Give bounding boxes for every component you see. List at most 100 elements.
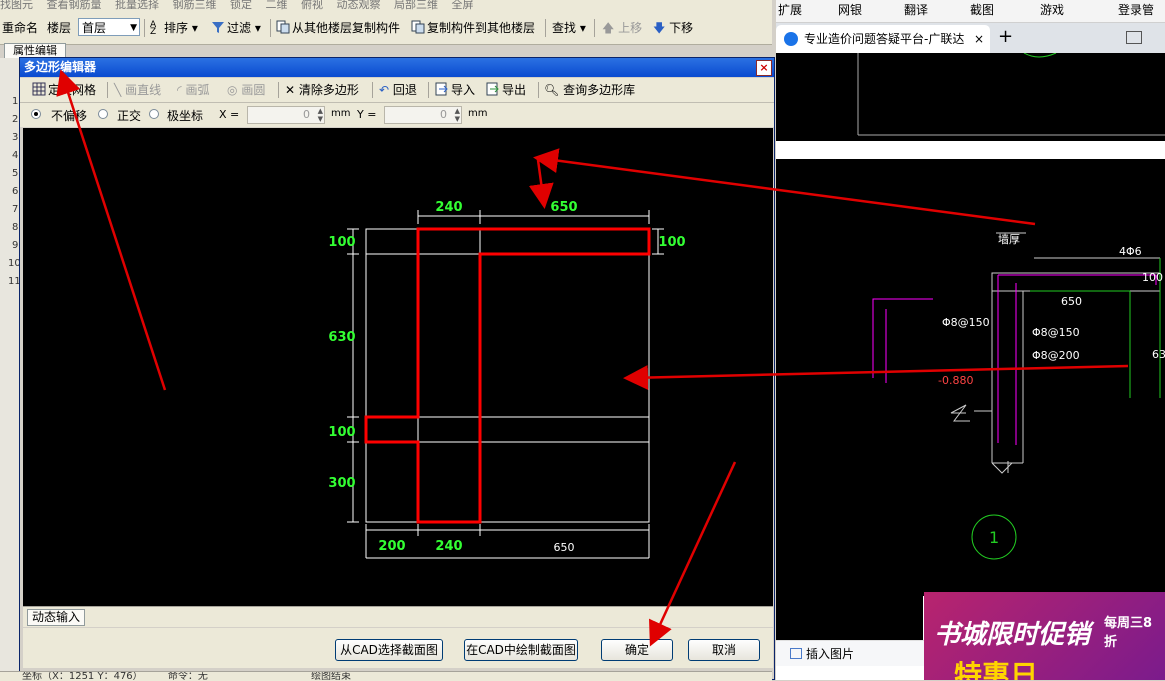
clear-x-icon: ✕ bbox=[285, 83, 296, 97]
tb-rebar-3d[interactable]: 钢筋三维 bbox=[173, 0, 217, 10]
dialog-options-bar: 不偏移 正交 极坐标 X = 0 ▲ ▼ mm Y = 0 ▲ ▼ mm bbox=[20, 103, 774, 127]
filter-button[interactable]: 过滤 ▾ bbox=[211, 19, 261, 37]
insert-image-button[interactable]: 插入图片 bbox=[776, 640, 924, 666]
chevron-down-icon: ▼ bbox=[130, 23, 137, 33]
query-library-label: 查询多边形库 bbox=[563, 83, 636, 97]
grid-border bbox=[365, 228, 650, 523]
move-up-button[interactable]: 🡅 上移 bbox=[602, 19, 642, 37]
app-toolbar-top: 找图元 查看钢筋量 批量选择 钢筋三维 锁定 二维 俯视 动态观察 局部三维 全… bbox=[0, 0, 772, 10]
tb-dynamic-view[interactable]: 动态观察 bbox=[337, 0, 381, 10]
find-label: 查找 bbox=[552, 21, 577, 35]
ref-dim-650: 650 bbox=[1061, 295, 1082, 308]
browser-game-menu[interactable]: 游戏 bbox=[1040, 2, 1064, 18]
browser-tab[interactable]: 专业造价问题答疑平台-广联达 × bbox=[776, 25, 990, 53]
spinner-icon: ▲ ▼ bbox=[317, 107, 323, 123]
tb-local-3d[interactable]: 局部三维 bbox=[394, 0, 438, 10]
y-input[interactable]: 0 ▲ ▼ bbox=[384, 106, 462, 124]
browser-page-content: 墙厚 4Φ6 650 100 630 Φ8@150 Φ8@150 Φ8@200 … bbox=[776, 53, 1165, 680]
window-restore-icon[interactable] bbox=[1126, 31, 1142, 44]
property-grid-strip: 1 2 3 4 5 6 7 8 9 10 11 bbox=[0, 58, 21, 680]
dialog-title-bar[interactable]: 多边形编辑器 × bbox=[20, 58, 774, 77]
dim-bottom-200: 200 bbox=[378, 539, 405, 554]
undo-icon: ↶ bbox=[379, 83, 390, 97]
clear-polygon-button[interactable]: ✕ 清除多边形 bbox=[285, 82, 359, 98]
select-from-cad-button[interactable]: 从CAD选择截面图 bbox=[335, 639, 443, 661]
ref-rebar-1: Φ8@150 bbox=[942, 316, 990, 329]
row-number: 8 bbox=[12, 222, 19, 233]
grid-lines bbox=[365, 228, 650, 523]
ok-button[interactable]: 确定 bbox=[601, 639, 673, 661]
separator bbox=[538, 82, 539, 98]
image-icon bbox=[790, 648, 802, 659]
promo-banner[interactable]: 书城限时促销 每周三8折 特惠日 bbox=[924, 592, 1165, 680]
undo-label: 回退 bbox=[392, 83, 417, 97]
browser-tab-strip: 专业造价问题答疑平台-广联达 × + bbox=[776, 23, 1165, 53]
find-button[interactable]: 查找 ▾ bbox=[552, 19, 586, 37]
close-button[interactable]: × bbox=[756, 60, 772, 76]
orthogonal-radio[interactable] bbox=[98, 109, 108, 119]
y-value: 0 bbox=[440, 108, 447, 121]
y-label: Y = bbox=[357, 108, 377, 121]
draw-circle-button[interactable]: ◎ 画圆 bbox=[227, 82, 265, 98]
browser-login-menu[interactable]: 登录管 bbox=[1118, 2, 1154, 18]
draw-circle-label: 画圆 bbox=[241, 83, 266, 97]
copy-from-floor-button[interactable]: 从其他楼层复制构件 bbox=[276, 19, 400, 37]
close-tab-icon[interactable]: × bbox=[974, 25, 984, 53]
browser-tab-title: 专业造价问题答疑平台-广联达 bbox=[804, 32, 965, 46]
sort-button[interactable]: A Z 排序 ▾ bbox=[150, 19, 198, 37]
import-label: 导入 bbox=[451, 83, 476, 97]
separator bbox=[545, 19, 546, 37]
ref-detail-number: 1 bbox=[989, 528, 999, 547]
draw-in-cad-button[interactable]: 在CAD中绘制截面图 bbox=[464, 639, 578, 661]
polygon-drawing[interactable]: 240 650 200 240 650 100 630 100 300 100 bbox=[23, 128, 773, 606]
row-number: 4 bbox=[12, 150, 19, 161]
drawing-canvas[interactable]: 240 650 200 240 650 100 630 100 300 100 bbox=[23, 128, 773, 606]
tb-fullscreen[interactable]: 全屏 bbox=[452, 0, 474, 10]
rename-button[interactable]: 重命名 bbox=[2, 19, 38, 37]
tb-view-rebar[interactable]: 查看钢筋量 bbox=[47, 0, 102, 10]
export-icon bbox=[486, 82, 500, 96]
export-button[interactable]: 导出 bbox=[486, 82, 526, 98]
tb-2d[interactable]: 二维 bbox=[266, 0, 288, 10]
property-edit-tab[interactable]: 属性编辑 bbox=[4, 43, 66, 58]
copy-floor-icon bbox=[411, 20, 425, 34]
ref-dim-630: 630 bbox=[1152, 348, 1165, 361]
floor-select[interactable]: 首层 ▼ bbox=[78, 18, 140, 36]
new-tab-button[interactable]: + bbox=[998, 26, 1013, 47]
query-library-button[interactable]: 🔍︎ 查询多边形库 bbox=[544, 82, 635, 98]
x-label: X = bbox=[219, 108, 240, 121]
copy-from-label: 从其他楼层复制构件 bbox=[292, 21, 401, 35]
draw-line-label: 画直线 bbox=[125, 83, 162, 97]
row-number: 1 bbox=[12, 96, 19, 107]
undo-button[interactable]: ↶ 回退 bbox=[379, 82, 417, 98]
tb-batch-select[interactable]: 批量选择 bbox=[115, 0, 159, 10]
browser-bank-menu[interactable]: 网银 bbox=[838, 2, 862, 18]
search-icon: 🔍︎ bbox=[544, 83, 560, 97]
cancel-button[interactable]: 取消 bbox=[688, 639, 760, 661]
dim-left-100b: 100 bbox=[328, 425, 355, 440]
copy-to-floor-button[interactable]: 复制构件到其他楼层 bbox=[411, 19, 535, 37]
x-input[interactable]: 0 ▲ ▼ bbox=[247, 106, 325, 124]
browser-screenshot-menu[interactable]: 截图 bbox=[970, 2, 994, 18]
move-down-button[interactable]: 🡇 下移 bbox=[653, 19, 693, 37]
section-polygon[interactable] bbox=[364, 227, 651, 524]
polar-radio[interactable] bbox=[149, 109, 159, 119]
tb-top-view[interactable]: 俯视 bbox=[301, 0, 323, 10]
ref-rebar-top: 4Φ6 bbox=[1119, 245, 1142, 258]
no-offset-radio[interactable] bbox=[31, 109, 41, 119]
define-grid-button[interactable]: 定义网格 bbox=[32, 82, 96, 98]
draw-arc-label: 画弧 bbox=[185, 83, 210, 97]
spinner-icon: ▲ ▼ bbox=[454, 107, 460, 123]
dynamic-input-tab[interactable]: 动态输入 bbox=[27, 609, 86, 626]
tb-lock[interactable]: 锁定 bbox=[230, 0, 252, 10]
import-button[interactable]: 导入 bbox=[435, 82, 475, 98]
tb-find-element[interactable]: 找图元 bbox=[0, 0, 33, 10]
arrow-up-icon: 🡅 bbox=[602, 21, 615, 35]
draw-line-button[interactable]: ╲ 画直线 bbox=[114, 82, 161, 98]
dim-bottom-240: 240 bbox=[435, 539, 462, 554]
row-number: 3 bbox=[12, 132, 19, 143]
browser-translate-menu[interactable]: 翻译 bbox=[904, 2, 928, 18]
browser-extension-menu[interactable]: 扩展 bbox=[778, 2, 802, 18]
browser-menu-bar: 扩展 网银 翻译 截图 游戏 登录管 bbox=[776, 0, 1165, 23]
draw-arc-button[interactable]: ◜ 画弧 bbox=[177, 82, 210, 98]
